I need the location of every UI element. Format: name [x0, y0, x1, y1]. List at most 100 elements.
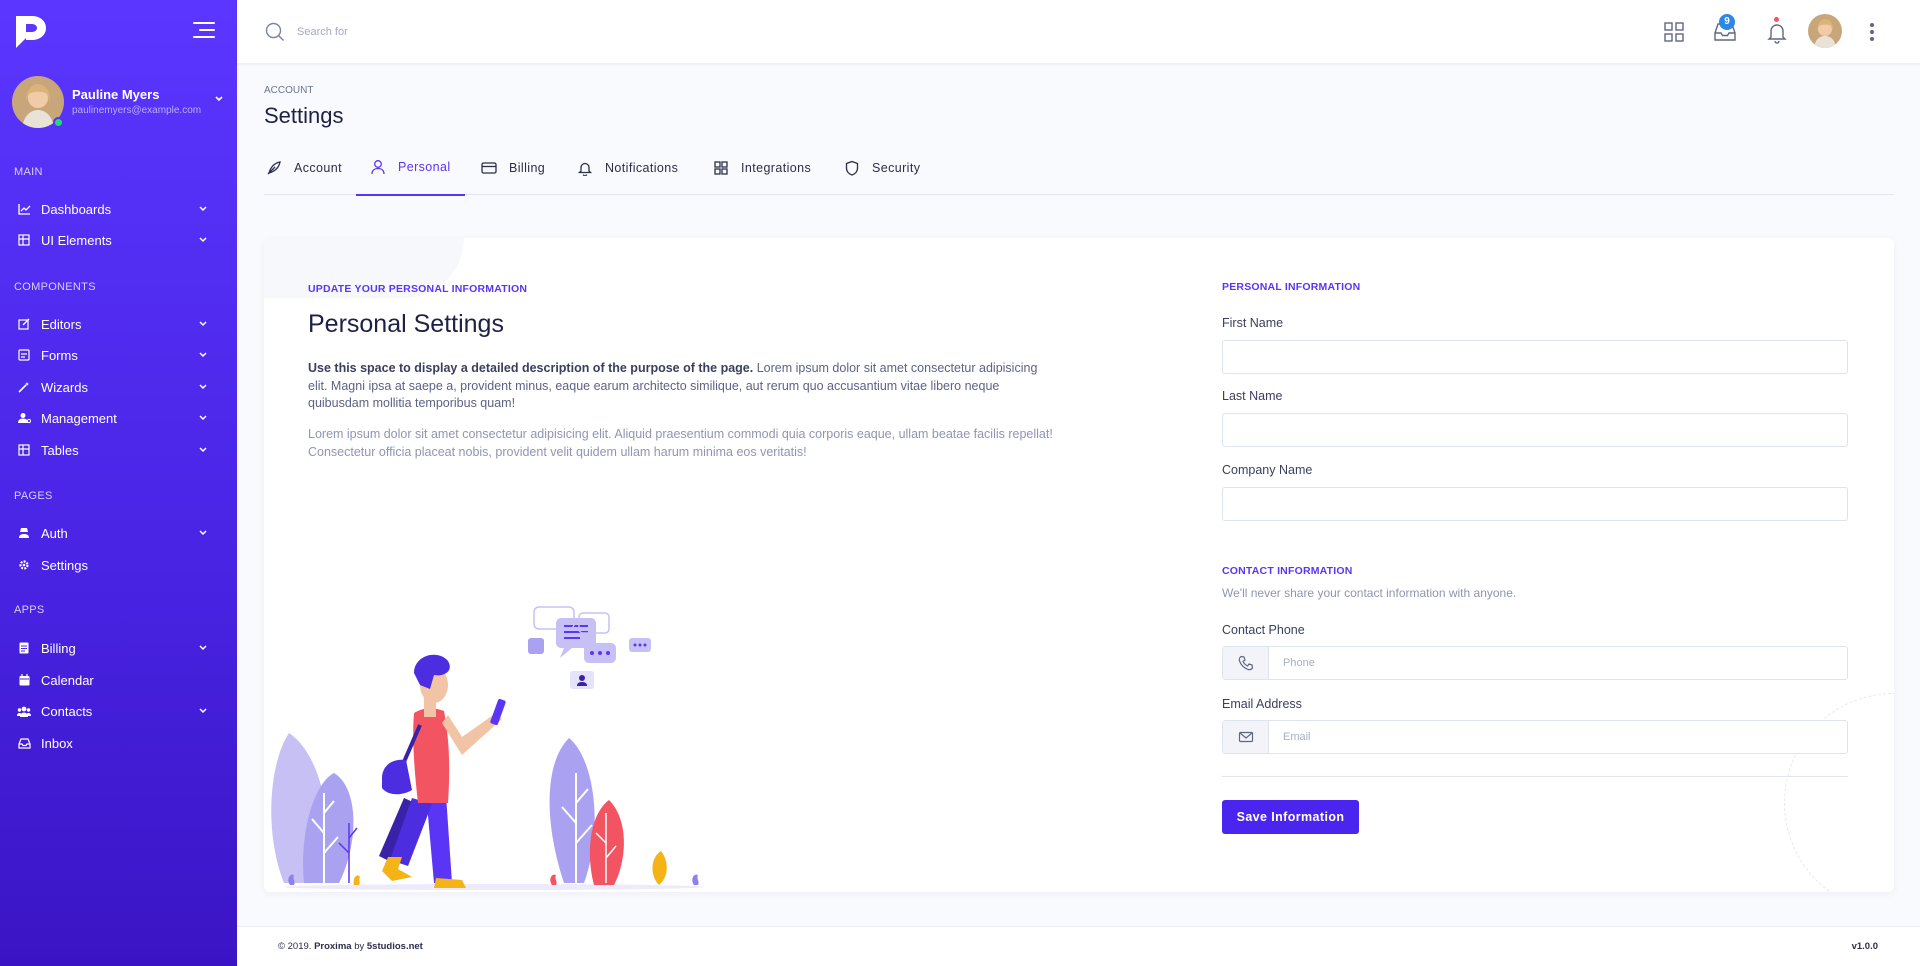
contact-phone-label: Contact Phone	[1222, 623, 1305, 637]
inbox-icon	[17, 736, 31, 750]
user-cog-icon	[17, 411, 31, 425]
description-bold: Use this space to display a detailed des…	[308, 361, 754, 375]
chevron-down-icon	[199, 447, 207, 453]
inbox-badge: 9	[1719, 14, 1735, 30]
user-email: paulinemyers@example.com	[72, 105, 202, 116]
sidebar-item-forms[interactable]: Forms	[0, 340, 237, 370]
chevron-down-icon	[199, 645, 207, 651]
tab-notifications[interactable]: Notifications	[577, 140, 678, 195]
personal-settings-card: UPDATE YOUR PERSONAL INFORMATION Persona…	[264, 238, 1894, 892]
sidebar-item-settings[interactable]: Settings	[0, 550, 237, 580]
last-name-label: Last Name	[1222, 389, 1283, 403]
first-name-field[interactable]	[1222, 340, 1848, 374]
page-title: Settings	[264, 103, 344, 128]
bell-icon	[577, 162, 593, 176]
company-name-label: Company Name	[1222, 463, 1313, 477]
product-name: Proxima	[314, 941, 352, 952]
chevron-down-icon	[199, 530, 207, 536]
tab-integrations[interactable]: Integrations	[713, 140, 811, 195]
email-address-input[interactable]	[1269, 721, 1847, 753]
topbar-avatar[interactable]	[1808, 14, 1842, 48]
table-icon	[17, 233, 31, 247]
app-version: v1.0.0	[1851, 941, 1878, 952]
users-icon	[17, 704, 31, 718]
save-information-button[interactable]: Save Information	[1222, 800, 1359, 834]
contact-info-subtext: We'll never share your contact informati…	[1222, 586, 1517, 600]
proxima-logo[interactable]	[14, 14, 48, 50]
search-input[interactable]	[297, 20, 497, 44]
section-heading: Personal Settings	[308, 310, 504, 338]
feather-icon	[267, 160, 281, 174]
tab-account[interactable]: Account	[266, 140, 342, 195]
apps-grid-icon[interactable]	[1662, 20, 1686, 44]
sidebar-item-tables[interactable]: Tables	[0, 435, 237, 465]
phone-icon	[1223, 647, 1269, 679]
email-address-label: Email Address	[1222, 697, 1302, 711]
section-apps: APPS	[14, 604, 45, 616]
sidebar: Pauline Myers paulinemyers@example.com M…	[0, 0, 237, 966]
settings-tabs: Account Personal Billing Notifications I…	[264, 140, 1894, 196]
tab-personal[interactable]: Personal	[356, 140, 465, 196]
user-icon	[371, 160, 385, 175]
sidebar-item-label: Calendar	[41, 672, 94, 688]
sidebar-item-editors[interactable]: Editors	[0, 309, 237, 339]
shield-icon	[845, 160, 859, 176]
tab-label: Account	[294, 160, 342, 175]
sidebar-item-calendar[interactable]: Calendar	[0, 665, 237, 695]
tab-billing[interactable]: Billing	[481, 140, 545, 195]
sidebar-item-billing[interactable]: Billing	[0, 633, 237, 663]
chevron-down-icon[interactable]	[214, 94, 224, 104]
vendor-link[interactable]: 5studios.net	[367, 941, 423, 952]
sidebar-item-contacts[interactable]: Contacts	[0, 696, 237, 726]
more-vertical-icon[interactable]	[1870, 23, 1874, 41]
menu-toggle-icon[interactable]	[193, 22, 215, 40]
sidebar-item-inbox[interactable]: Inbox	[0, 728, 237, 758]
tab-label: Billing	[509, 160, 546, 175]
form-icon	[17, 348, 31, 362]
magic-wand-icon	[17, 380, 31, 394]
email-input-group	[1222, 720, 1848, 754]
topbar: 9	[237, 0, 1920, 63]
sidebar-item-wizards[interactable]: Wizards	[0, 372, 237, 402]
section-components: COMPONENTS	[14, 281, 96, 293]
chevron-down-icon	[199, 237, 207, 243]
bell-icon[interactable]	[1765, 20, 1789, 44]
sidebar-item-dashboards[interactable]: Dashboards	[0, 194, 237, 224]
form-divider	[1222, 776, 1848, 777]
last-name-field[interactable]	[1222, 413, 1848, 447]
user-name: Pauline Myers	[72, 87, 160, 102]
credit-card-icon	[481, 161, 497, 174]
file-invoice-icon	[17, 641, 31, 655]
calendar-icon	[17, 673, 31, 687]
copyright-year: © 2019.	[278, 941, 312, 952]
description-lead: Use this space to display a detailed des…	[308, 360, 1058, 413]
person-with-phone-illustration	[271, 606, 704, 890]
sidebar-item-auth[interactable]: Auth	[0, 518, 237, 548]
envelope-icon	[1223, 721, 1269, 753]
contact-info-eyebrow: CONTACT INFORMATION	[1222, 565, 1353, 577]
chart-line-icon	[17, 202, 31, 216]
chevron-down-icon	[199, 206, 207, 212]
user-profile[interactable]: Pauline Myers paulinemyers@example.com	[12, 76, 228, 130]
footer: © 2019. Proxima by 5studios.net v1.0.0	[237, 926, 1920, 966]
phone-input-group	[1222, 646, 1848, 680]
breadcrumb[interactable]: ACCOUNT	[264, 85, 313, 96]
chevron-down-icon	[199, 708, 207, 714]
description-secondary: Lorem ipsum dolor sit amet consectetur a…	[308, 427, 1053, 459]
contact-phone-input[interactable]	[1269, 647, 1847, 679]
edit-icon	[17, 317, 31, 331]
personal-info-eyebrow: PERSONAL INFORMATION	[1222, 281, 1361, 293]
chevron-down-icon	[199, 384, 207, 390]
footer-copyright: © 2019. Proxima by 5studios.net	[278, 941, 423, 952]
section-pages: PAGES	[14, 490, 53, 502]
sidebar-item-ui-elements[interactable]: UI Elements	[0, 225, 237, 255]
tab-label: Integrations	[741, 160, 812, 175]
section-main: MAIN	[14, 166, 43, 178]
chevron-down-icon	[199, 321, 207, 327]
tab-label: Notifications	[605, 160, 679, 175]
sidebar-item-management[interactable]: Management	[0, 403, 237, 433]
company-name-field[interactable]	[1222, 487, 1848, 521]
search-icon[interactable]	[265, 22, 285, 42]
tab-label: Personal	[398, 160, 451, 174]
tab-security[interactable]: Security	[844, 140, 920, 195]
